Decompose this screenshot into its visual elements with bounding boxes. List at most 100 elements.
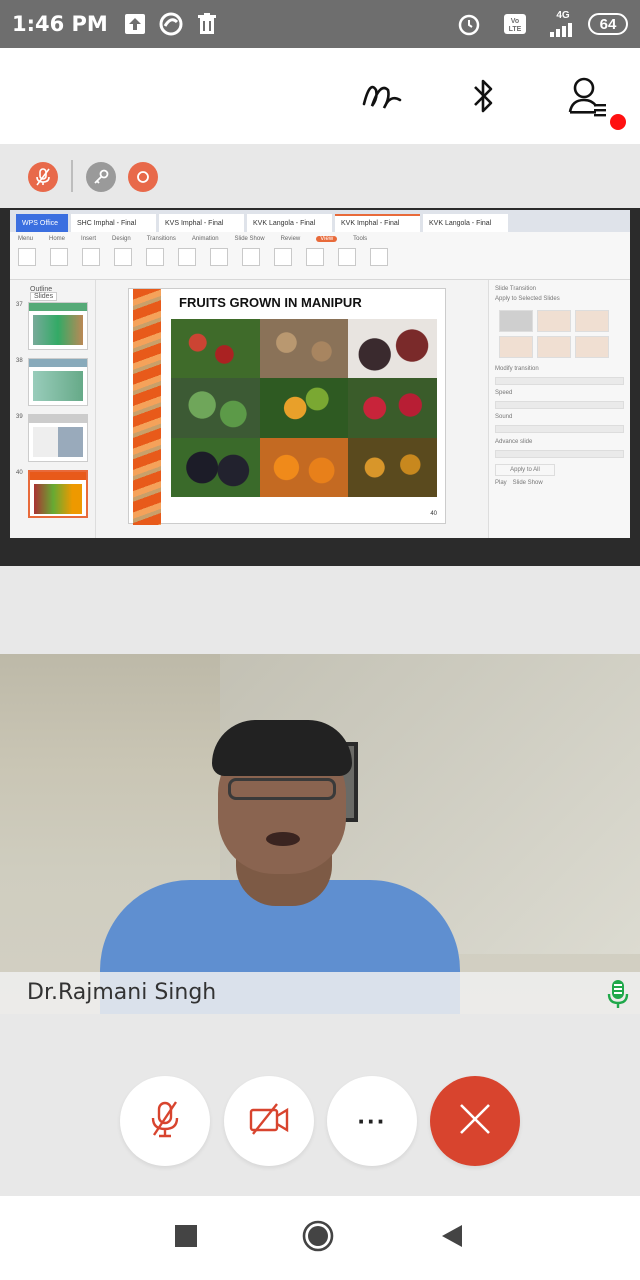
ribbon-tool-icon (274, 248, 292, 266)
fruit-photo (171, 319, 260, 379)
more-button[interactable]: ··· (327, 1076, 417, 1166)
app-tab: KVK Langola - Final (423, 214, 508, 232)
participants-icon[interactable] (564, 72, 612, 120)
pane-label: Modify transition (495, 366, 539, 372)
trash-icon (194, 11, 220, 37)
end-call-button[interactable] (430, 1076, 520, 1166)
participant-name-bar: Dr.Rajmani Singh (0, 972, 640, 1014)
active-mic-icon (606, 978, 630, 1010)
home-button[interactable] (302, 1220, 334, 1257)
svg-text:LTE: LTE (509, 26, 522, 33)
battery-icon: 64 (588, 13, 628, 35)
fruit-photo (259, 437, 349, 497)
ribbon-menu: Menu Home Insert Design Transitions Anim… (18, 236, 622, 242)
app-tab: WPS Office (16, 214, 68, 232)
more-options-icon: ··· (357, 1105, 387, 1136)
presentation-window: WPS Office SHC Imphal - Final KVS Imphal… (10, 210, 630, 538)
volte-icon: Vo LTE (502, 11, 528, 37)
transition-option (537, 310, 571, 332)
square-icon (175, 1224, 197, 1252)
alarm-icon (456, 11, 482, 37)
muted-mic-icon (148, 1099, 182, 1144)
fruit-photo (348, 319, 437, 379)
slide-number: 40 (16, 470, 23, 476)
slide-thumbnail-selected (28, 470, 88, 518)
fruit-photo (171, 378, 260, 438)
slide-page-number: 40 (430, 511, 437, 517)
sync-icon (158, 11, 184, 37)
ribbon-menu-item: Tools (353, 236, 368, 242)
transition-option (575, 336, 609, 358)
ribbon-menu-item: Menu (18, 236, 34, 242)
slide-number: 39 (16, 414, 23, 420)
slide-thumbnail (28, 414, 88, 462)
pane-label: Speed (495, 390, 513, 396)
slide-thumbnail (28, 302, 88, 350)
app-tab: KVK Langola - Final (247, 214, 332, 232)
pane-label: Advance slide (495, 439, 533, 445)
pane-field (495, 377, 624, 385)
ribbon-tool-icon (306, 248, 324, 266)
ribbon-tools (18, 248, 622, 266)
recents-button[interactable] (170, 1222, 202, 1254)
pane-button-row: Play Slide Show (495, 480, 624, 486)
transition-pane: Slide Transition Apply to Selected Slide… (488, 280, 630, 538)
muted-mic-icon[interactable] (28, 162, 58, 192)
key-icon[interactable] (86, 162, 116, 192)
app-tab: SHC Imphal - Final (71, 214, 156, 232)
ribbon-menu-item: View (316, 236, 338, 242)
upload-icon (122, 11, 148, 37)
fruit-photo-grid (171, 319, 437, 497)
ribbon-menu-item: Slide Show (234, 236, 265, 242)
participant-name: Dr.Rajmani Singh (27, 980, 217, 1005)
participant-mouth (266, 832, 300, 846)
slides-tab: Slides (30, 292, 58, 301)
annotate-icon[interactable] (358, 72, 406, 120)
meeting-area: WPS Office SHC Imphal - Final KVS Imphal… (0, 144, 640, 1196)
ribbon-tool-icon (242, 248, 260, 266)
fruit-photo (348, 378, 437, 438)
pane-label: Apply to Selected Slides (495, 296, 560, 302)
ribbon-tool-icon (338, 248, 356, 266)
back-button[interactable] (436, 1222, 468, 1254)
slide-number: 37 (16, 302, 23, 308)
pane-field (495, 450, 624, 458)
ribbon-tool-icon (18, 248, 36, 266)
transition-pane-title: Slide Transition (495, 286, 537, 292)
fruit-photo (259, 378, 349, 438)
record-icon[interactable] (128, 162, 158, 192)
slides-panel: Outline Slides 37 38 39 40 (10, 280, 96, 538)
battery-level: 64 (599, 15, 617, 33)
fruit-photo (348, 437, 437, 497)
ribbon-tool-icon (50, 248, 68, 266)
slide-canvas: FRUITS GROWN IN MANIPUR 40 (128, 288, 446, 525)
pane-field (495, 425, 624, 433)
system-nav-bar (0, 1196, 640, 1280)
fruit-photo (259, 319, 349, 379)
app-bar (0, 48, 640, 144)
slide-number: 38 (16, 358, 23, 364)
ribbon: Menu Home Insert Design Transitions Anim… (10, 232, 630, 280)
app-tab: KVS Imphal - Final (159, 214, 244, 232)
svg-text:Vo: Vo (511, 18, 519, 25)
transition-option (499, 336, 533, 358)
close-icon (457, 1101, 493, 1142)
app-tab: KVK Imphal - Final (335, 214, 420, 232)
ribbon-tool-icon (146, 248, 164, 266)
ribbon-menu-item: Review (280, 236, 301, 242)
slide-thumbnail (28, 358, 88, 406)
transition-option (575, 310, 609, 332)
mute-button[interactable] (120, 1076, 210, 1166)
pane-field (495, 401, 624, 409)
transition-gallery (499, 310, 624, 358)
transition-option (537, 336, 571, 358)
signal-icon: 4G (548, 11, 578, 37)
participant-hair (212, 720, 352, 776)
fruit-photo (171, 437, 260, 497)
ribbon-tool-icon (82, 248, 100, 266)
status-bar: 1:46 PM Vo LTE 4G 64 (0, 0, 640, 48)
circle-icon (302, 1220, 334, 1257)
video-off-button[interactable] (224, 1076, 314, 1166)
pane-label: Play (495, 480, 507, 486)
bluetooth-icon[interactable] (460, 72, 508, 120)
